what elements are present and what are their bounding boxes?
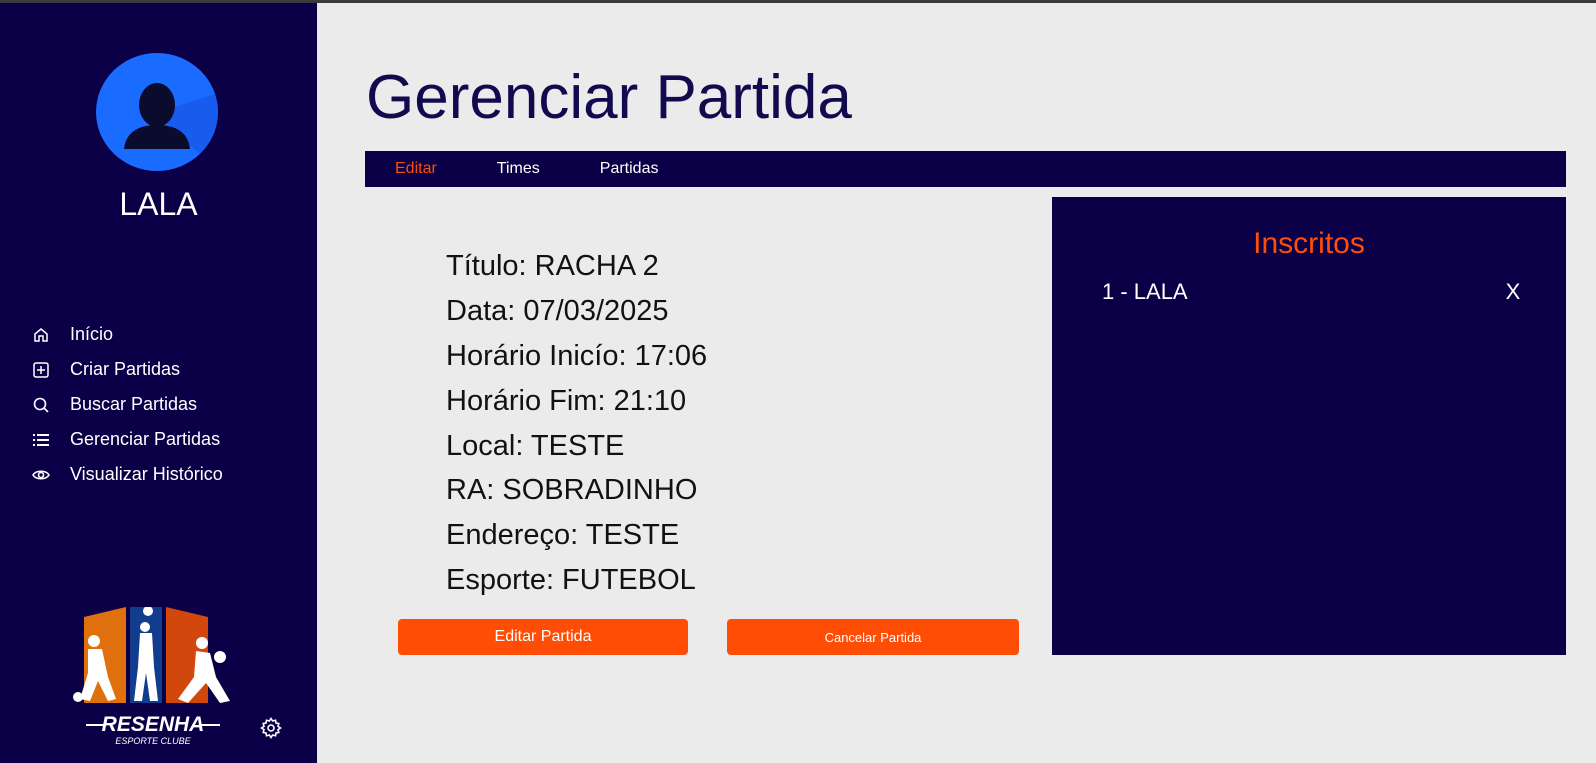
match-end-time: Horário Fim: 21:10 xyxy=(446,384,687,417)
sidebar-item-buscar-partidas[interactable]: Buscar Partidas xyxy=(32,387,223,422)
eye-icon xyxy=(32,466,50,484)
cancel-match-button[interactable]: Cancelar Partida xyxy=(727,619,1019,655)
logo-subtitle: ESPORTE CLUBE xyxy=(115,736,191,746)
plus-square-icon xyxy=(32,361,50,379)
sidebar-item-inicio[interactable]: Início xyxy=(32,317,223,352)
club-logo: RESENHA ESPORTE CLUBE xyxy=(70,607,240,759)
home-icon xyxy=(32,326,50,344)
enrolled-title: Inscritos xyxy=(1253,227,1365,260)
tab-times[interactable]: Times xyxy=(497,160,540,178)
sidebar-item-label: Visualizar Histórico xyxy=(70,464,223,484)
tab-editar[interactable]: Editar xyxy=(395,160,437,178)
sidebar-item-label: Início xyxy=(70,324,114,344)
tab-bar: Editar Times Partidas xyxy=(365,151,1566,187)
sidebar-item-criar-partidas[interactable]: Criar Partidas xyxy=(32,352,223,387)
enrolled-panel: Inscritos 1 - LALA X xyxy=(1052,197,1566,655)
match-location: Local: TESTE xyxy=(446,429,625,462)
avatar[interactable] xyxy=(96,53,218,171)
page-title: Gerenciar Partida xyxy=(366,63,852,132)
match-date: Data: 07/03/2025 xyxy=(446,294,669,327)
match-start-time: Horário Inicío: 17:06 xyxy=(446,339,708,372)
sidebar-item-label: Buscar Partidas xyxy=(70,394,198,414)
enrolled-item: 1 - LALA X xyxy=(1102,279,1522,309)
match-address: Endereço: TESTE xyxy=(446,519,680,552)
list-icon xyxy=(32,431,50,449)
sidebar-item-label: Gerenciar Partidas xyxy=(70,429,221,449)
match-details: Título: RACHA 2 Data: 07/03/2025 Horário… xyxy=(446,248,707,607)
edit-match-button[interactable]: Editar Partida xyxy=(398,619,688,655)
match-sport: Esporte: FUTEBOL xyxy=(446,564,696,597)
search-icon xyxy=(32,396,50,414)
user-name: LALA xyxy=(119,186,198,222)
sidebar-item-gerenciar-partidas[interactable]: Gerenciar Partidas xyxy=(32,422,223,457)
match-region: RA: SOBRADINHO xyxy=(446,474,698,507)
tab-partidas[interactable]: Partidas xyxy=(600,160,659,178)
logo-title: RESENHA xyxy=(102,713,205,736)
user-silhouette-icon xyxy=(124,83,218,171)
sidebar-nav: Início Criar Partidas Buscar Partidas Ge… xyxy=(32,317,223,492)
sidebar-item-visualizar-historico[interactable]: Visualizar Histórico xyxy=(32,457,223,492)
sidebar: LALA Início Criar Partidas Buscar Partid… xyxy=(0,3,317,763)
sidebar-item-label: Criar Partidas xyxy=(70,359,181,379)
match-title: Título: RACHA 2 xyxy=(446,250,659,282)
remove-player-button[interactable]: X xyxy=(1504,279,1522,305)
enrolled-player-name: 1 - LALA xyxy=(1102,279,1188,304)
settings-gear-icon[interactable] xyxy=(259,716,283,740)
